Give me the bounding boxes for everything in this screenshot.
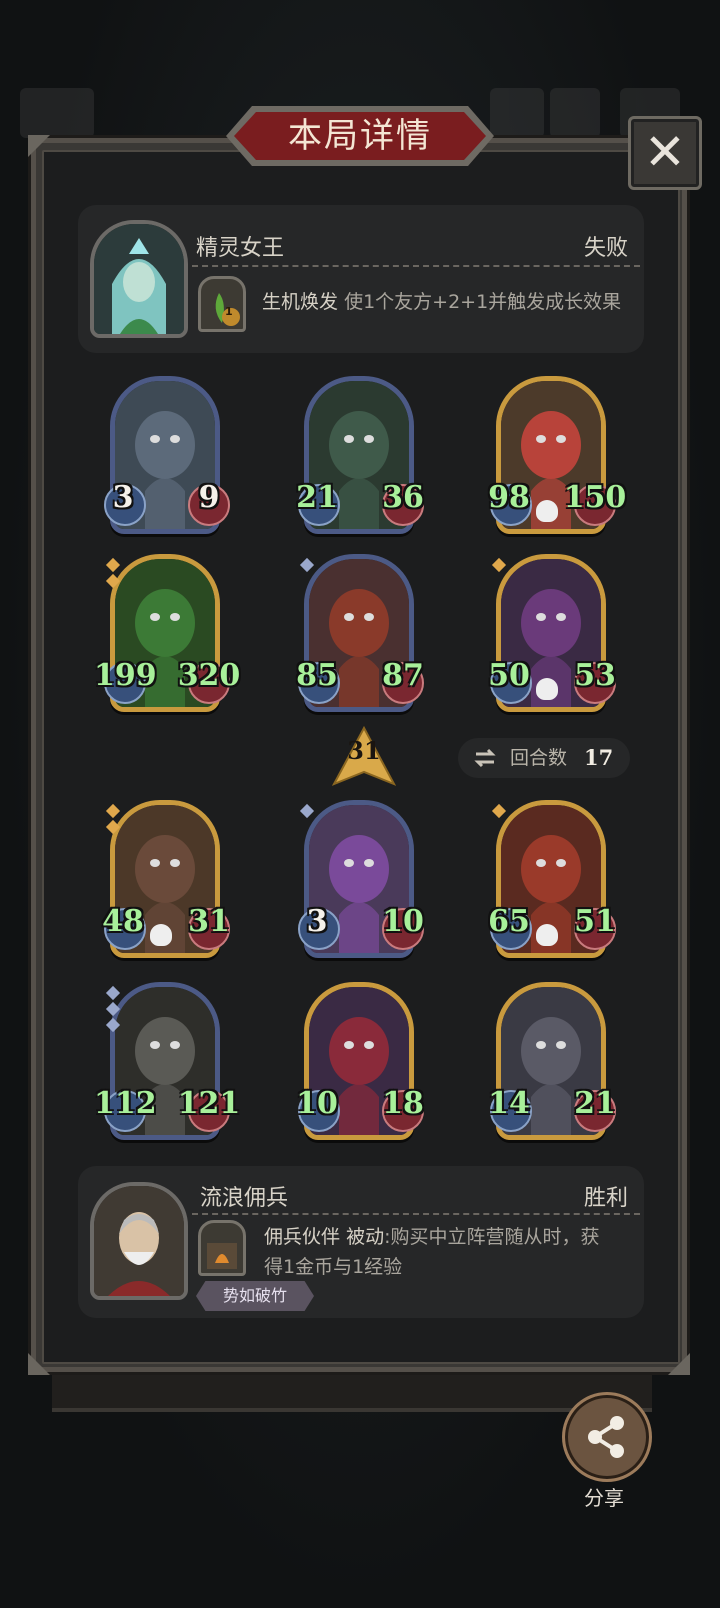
deathrattle-skull-icon [536,500,558,522]
player-skill-desc-1: :购买中立阵营随从时，获 [384,1226,600,1248]
level-badge: 31 [331,725,397,786]
minion-attack: 199 [94,658,157,693]
opponent-name: 精灵女王 [196,236,285,261]
turn-counter: 回合数 17 [458,738,630,778]
minion-attack: 10 [296,1086,338,1121]
player-skill-text: 佣兵伙伴 被动:购买中立阵营随从时，获 得1金币与1经验 [264,1222,624,1282]
share-button[interactable] [562,1392,652,1482]
turn-value: 17 [584,745,614,770]
player-name: 流浪佣兵 [200,1186,289,1211]
minion-health: 320 [177,658,241,693]
turn-label: 回合数 [510,747,568,769]
player-skill-type: 被动 [346,1226,385,1248]
player-result: 胜利 [583,1186,628,1211]
title-banner: 本局详情 [226,104,494,168]
opponent-skill-text: 生机焕发 使1个友方+2+1并触发成长效果 [262,287,621,317]
minion-health: 10 [382,904,424,939]
opponent-skill-icon[interactable]: 1 [198,276,246,332]
minion-health: 121 [177,1086,241,1121]
close-button[interactable]: ✕ [628,116,702,190]
page-title: 本局详情 [288,116,432,156]
share-label: 分享 [584,1486,624,1510]
campfire-icon [207,1243,237,1269]
minion-health: 87 [382,658,424,693]
minion-attack: 85 [296,658,338,693]
minion-attack: 98 [488,480,530,515]
divider [192,1213,640,1215]
opponent-result: 失败 [583,236,628,261]
minion-health: 51 [574,904,616,939]
skill-badge: 1 [225,305,233,318]
minion-health: 36 [382,480,424,515]
background-bench-strip [52,1372,652,1412]
deathrattle-skull-icon [536,678,558,700]
minion-attack: 3 [306,904,328,939]
minion-attack: 112 [94,1086,157,1121]
mercenary-portrait-icon [94,1186,184,1296]
minion-attack: 14 [488,1086,530,1121]
minion-attack: 21 [296,480,338,515]
divider [192,265,640,267]
opponent-skill-name: 生机焕发 [262,291,339,313]
minion-health: 150 [563,480,627,515]
share-icon [588,1416,624,1458]
opponent-portrait[interactable] [90,220,188,338]
sprout-icon [215,293,240,326]
player-skill-name: 佣兵伙伴 [264,1226,341,1248]
deathrattle-skull-icon [536,924,558,946]
close-icon: ✕ [644,123,686,181]
minion-attack: 48 [102,904,144,939]
player-skill-desc-2: 得1金币与1经验 [264,1256,403,1278]
deathrattle-skull-icon [150,924,172,946]
level-value: 31 [347,736,381,765]
minion-health: 31 [188,904,230,939]
minion-attack: 50 [488,658,530,693]
minion-health: 21 [574,1086,616,1121]
player-title-tag: 势如破竹 [196,1281,314,1311]
player-portrait[interactable] [90,1182,188,1300]
minion-health: 9 [198,480,220,515]
player-skill-icon[interactable] [198,1220,246,1276]
minion-attack: 65 [488,904,530,939]
opponent-skill-desc: 使1个友方+2+1并触发成长效果 [344,291,622,313]
elf-queen-portrait-icon [94,224,184,334]
minion-attack: 3 [112,480,134,515]
swap-arrows-icon [474,748,496,768]
player-title-tag-label: 势如破竹 [222,1286,287,1305]
minion-health: 18 [382,1086,424,1121]
minion-health: 53 [574,658,616,693]
